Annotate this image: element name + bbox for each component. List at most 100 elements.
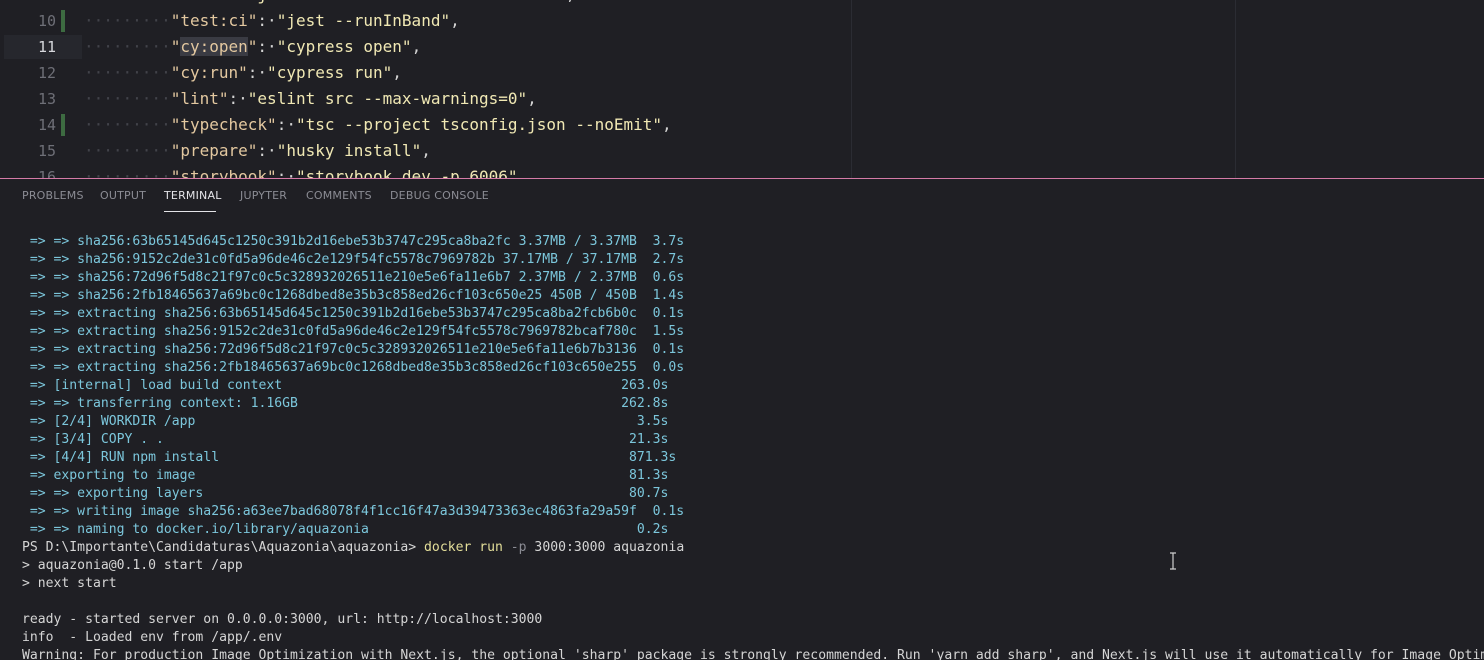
quote: " — [248, 0, 258, 4]
line-number: 14 — [37, 116, 56, 134]
quote: " — [171, 0, 181, 4]
quote: " — [276, 37, 287, 56]
comma: , — [517, 167, 528, 178]
git-modified-marker — [61, 10, 65, 32]
tab-output[interactable]: OUTPUT — [100, 189, 146, 202]
editor-line[interactable]: 9·········"test":·"jest --verbose --maxW… — [0, 0, 1484, 8]
comma: , — [566, 0, 576, 4]
editor-line[interactable]: 12 ·········"cy:run":·"cypress run", — [0, 60, 1484, 86]
output-line: > next start — [22, 576, 117, 591]
colon: :· — [276, 115, 296, 134]
build-log-line: => => transferring context: 1.16GB 262.8… — [22, 396, 669, 411]
terminal[interactable]: => => sha256:63b65145d645c1250c391b2d16e… — [0, 215, 1484, 660]
editor-line[interactable]: 13 ·········"lint":·"eslint src --max-war… — [0, 86, 1484, 112]
build-log-line: => => extracting sha256:72d96f5d8c21f97c… — [22, 342, 685, 357]
code-text: ·········"test":·"jest --verbose --maxWo… — [84, 0, 575, 8]
quote: " — [507, 167, 518, 178]
build-log-line: => [4/4] RUN npm install 871.3s — [22, 450, 677, 465]
quote: " — [238, 63, 248, 82]
json-key: storybook — [180, 167, 268, 178]
output-line: info - Loaded env from /app/.env — [22, 630, 283, 645]
quote: " — [247, 89, 258, 108]
quote: " — [267, 167, 277, 178]
colon: :· — [257, 141, 277, 160]
quote: " — [267, 63, 277, 82]
quote: " — [170, 141, 181, 160]
code-text: ·········"storybook":·"storybook dev -p … — [84, 164, 527, 178]
colon: :· — [229, 0, 248, 4]
quote: " — [411, 141, 422, 160]
comma: , — [411, 37, 422, 56]
quote: " — [247, 11, 258, 30]
build-log-line: => [3/4] COPY . . 21.3s — [22, 432, 669, 447]
build-log-line: => [internal] load build context 263.0s — [22, 378, 669, 393]
quote: " — [170, 37, 181, 56]
editor-line[interactable]: 11 ·········"cy:open":·"cypress open", — [0, 34, 1484, 60]
shell-prompt: PS D:\Importante\Candidaturas\Aquazonia\… — [22, 540, 425, 555]
quote: " — [276, 11, 287, 30]
build-log-line: => => sha256:2fb18465637a69bc0c1268dbed8… — [22, 288, 685, 303]
quote: " — [652, 115, 663, 134]
prompt-line: PS D:\Importante\Candidaturas\Aquazonia\… — [22, 539, 1484, 557]
quote: " — [295, 115, 306, 134]
json-key: prepare — [180, 141, 248, 160]
editor-line[interactable]: 10 ·········"test:ci":·"jest --runInBand"… — [0, 8, 1484, 34]
indent-whitespace: ········· — [84, 89, 171, 108]
indent-whitespace: ········· — [84, 141, 171, 160]
line-number: 16 — [37, 168, 56, 178]
quote: " — [517, 89, 528, 108]
command-flag: -p — [502, 540, 527, 555]
build-log-line: => => naming to docker.io/library/aquazo… — [22, 522, 669, 537]
tab-terminal[interactable]: TERMINAL — [164, 189, 222, 202]
output-line: ready - started server on 0.0.0.0:3000, … — [22, 612, 543, 627]
json-key: cy:open — [180, 37, 248, 56]
panel-tab-bar: PROBLEMS OUTPUT TERMINAL JUPYTER COMMENTS DEB… — [0, 179, 1484, 215]
line-number: 13 — [37, 90, 56, 108]
code-editor[interactable]: 9·········"test":·"jest --verbose --maxW… — [0, 0, 1484, 178]
colon: :· — [276, 167, 296, 178]
json-value: jest --verbose --maxWorkers=50% — [257, 0, 556, 4]
build-log-line: => => exporting layers 80.7s — [22, 486, 669, 501]
quote: " — [440, 11, 451, 30]
quote: " — [276, 141, 287, 160]
json-value: jest --runInBand — [286, 11, 441, 30]
json-key: cy:run — [180, 63, 239, 82]
build-log-line: => => extracting sha256:63b65145d645c125… — [22, 306, 685, 321]
json-value: tsc --project tsconfig.json --noEmit — [305, 115, 653, 134]
build-log-line: => => sha256:63b65145d645c1250c391b2d16e… — [22, 234, 685, 249]
json-value: storybook dev -p 6006 — [305, 167, 508, 178]
json-value: husky install — [286, 141, 412, 160]
quote: " — [247, 37, 258, 56]
output-line: > aquazonia@0.1.0 start /app — [22, 558, 243, 573]
build-log-line: => => extracting sha256:9152c2de31c0fd5a… — [22, 324, 685, 339]
line-number: 11 — [37, 38, 56, 56]
colon: :· — [228, 89, 248, 108]
quote: " — [295, 167, 306, 178]
editor-line[interactable]: 14 ·········"typecheck":·"tsc --project t… — [0, 112, 1484, 138]
shell-command: docker run — [424, 540, 503, 555]
editor-line[interactable]: 16 ·········"storybook":·"storybook dev -… — [0, 164, 1484, 178]
indent-whitespace: ········· — [84, 115, 171, 134]
colon: :· — [257, 11, 277, 30]
build-log-line: => => extracting sha256:2fb18465637a69bc… — [22, 360, 685, 375]
build-log-line: => => sha256:72d96f5d8c21f97c0c5c3289320… — [22, 270, 685, 285]
quote: " — [170, 89, 181, 108]
quote: " — [267, 115, 277, 134]
colon: :· — [247, 63, 268, 82]
tab-problems[interactable]: PROBLEMS — [22, 189, 84, 202]
quote: " — [218, 89, 229, 108]
json-key: test:ci — [180, 11, 248, 30]
build-log-line: => => writing image sha256:a63ee7bad6807… — [22, 504, 685, 519]
tab-comments[interactable]: COMMENTS — [306, 189, 372, 202]
line-number: 15 — [37, 142, 56, 160]
tab-jupyter[interactable]: JUPYTER — [240, 189, 287, 202]
quote: " — [219, 0, 229, 4]
quote: " — [382, 63, 393, 82]
comma: , — [450, 11, 460, 30]
code-text: ·········"prepare":·"husky install", — [84, 138, 431, 164]
editor-line[interactable]: 15 ·········"prepare":·"husky install", — [0, 138, 1484, 164]
quote: " — [170, 115, 181, 134]
json-key: lint — [180, 89, 219, 108]
tab-debug-console[interactable]: DEBUG CONSOLE — [390, 189, 489, 202]
